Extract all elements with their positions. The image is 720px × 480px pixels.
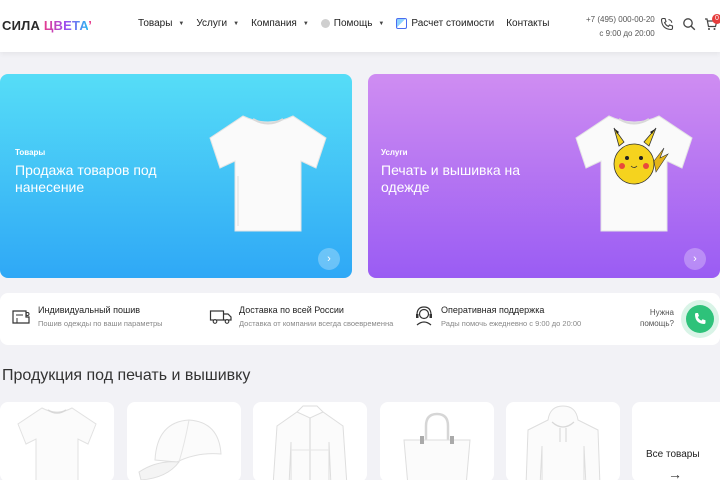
feature-title: Доставка по всей России <box>239 305 344 315</box>
nav-item-price-calc[interactable]: Расчет стоимости <box>396 18 494 29</box>
tshirt-icon <box>17 407 97 480</box>
feature-subtitle: Пошив одежды по ваши параметры <box>38 319 163 328</box>
phone-number: +7 (495) 000-00-20 <box>586 15 655 24</box>
search-icon[interactable] <box>682 17 696 31</box>
chevron-down-icon: ▼ <box>233 20 240 27</box>
nav-item-goods[interactable]: Товары ▼ <box>138 18 184 29</box>
chevron-down-icon: ▼ <box>378 20 385 27</box>
help-prompt-line1: Нужна <box>649 308 674 317</box>
nav-item-label: Услуги <box>196 18 228 29</box>
logo-text-part1: СИЛА <box>2 18 44 33</box>
feature-title: Индивидуальный пошив <box>38 305 140 315</box>
nav-item-company[interactable]: Компания ▼ <box>251 18 309 29</box>
logo-text-part2: ЦВЕТА <box>43 18 89 33</box>
product-card-hoodie[interactable] <box>506 402 620 480</box>
logo-mark: ’ <box>88 18 93 33</box>
phone-icon <box>695 313 706 324</box>
site-header: СИЛА ЦВЕТА’ Товары ▼ Услуги ▼ Компания ▼… <box>0 0 720 52</box>
hero-card-title: Продажа товаров под нанесение <box>15 162 157 195</box>
work-hours: с 9:00 до 20:00 <box>599 29 655 38</box>
product-card-cap[interactable] <box>127 402 241 480</box>
jacket-icon <box>272 405 348 480</box>
arrow-right-icon[interactable]: → <box>668 466 682 480</box>
cart-count-badge: 0 <box>712 14 720 24</box>
feature-subtitle: Доставка от компании всегда своевременна <box>239 319 394 328</box>
logo[interactable]: СИЛА ЦВЕТА’ <box>2 18 92 33</box>
nav-item-label: Расчет стоимости <box>411 18 495 29</box>
hoodie-icon <box>525 405 601 480</box>
hero-card-title: Печать и вышивка на одежде <box>381 162 521 195</box>
chevron-down-icon: ▼ <box>178 20 185 27</box>
feature-custom-tailoring: Индивидуальный пошив Пошив одежды по ваш… <box>10 305 163 328</box>
hero-card-eyebrow: Товары <box>15 148 46 157</box>
chevron-down-icon: ▼ <box>302 20 309 27</box>
sewing-machine-icon <box>12 310 30 324</box>
product-card-bag[interactable] <box>380 402 494 480</box>
hero-card-goods[interactable]: Товары Продажа товаров под нанесение › <box>0 74 352 278</box>
help-prompt: Нужна помощь? <box>640 307 674 329</box>
nav-item-label: Помощь <box>333 18 373 29</box>
features-bar: Индивидуальный пошив Пошив одежды по ваш… <box>0 293 720 345</box>
header-icons <box>660 17 718 31</box>
product-card-jacket[interactable] <box>253 402 367 480</box>
hero-next-button[interactable]: › <box>318 248 340 270</box>
support-headset-icon <box>416 306 432 326</box>
truck-icon <box>209 310 232 324</box>
product-card-tshirt[interactable] <box>0 402 114 480</box>
hero-next-button[interactable]: › <box>684 248 706 270</box>
main-nav: Товары ▼ Услуги ▼ Компания ▼ Помощь ▼ Ра… <box>138 18 561 29</box>
nav-item-label: Компания <box>251 18 297 29</box>
contact-phone-block[interactable]: +7 (495) 000-00-20 с 9:00 до 20:00 <box>586 13 655 41</box>
cap-icon <box>138 419 222 480</box>
feature-delivery: Доставка по всей России Доставка от комп… <box>209 305 393 328</box>
nav-item-help[interactable]: Помощь ▼ <box>320 18 385 29</box>
hero-card-services[interactable]: Услуги Печать и вышивка на одежде › <box>368 74 720 278</box>
bag-icon <box>403 412 471 480</box>
nav-item-label: Товары <box>138 18 173 29</box>
help-prompt-line2: помощь? <box>640 319 674 328</box>
feature-subtitle: Рады помочь ежедневно с 9:00 до 20:00 <box>441 319 582 328</box>
nav-item-services[interactable]: Услуги ▼ <box>196 18 239 29</box>
phone-icon[interactable] <box>660 17 674 31</box>
nav-item-contacts[interactable]: Контакты <box>506 18 549 29</box>
calculator-icon <box>396 18 408 29</box>
tshirt-image <box>209 115 327 232</box>
all-goods-label[interactable]: Все товары <box>646 449 700 460</box>
hero-card-eyebrow: Услуги <box>381 148 408 157</box>
feature-title: Оперативная поддержка <box>441 305 545 315</box>
products-section-title: Продукция под печать и вышивку <box>2 367 251 384</box>
feature-support: Оперативная поддержка Рады помочь ежедне… <box>413 305 581 328</box>
nav-item-label: Контакты <box>506 18 550 29</box>
printed-tshirt-image <box>575 115 693 232</box>
help-icon <box>320 19 330 28</box>
help-call-button[interactable] <box>686 305 714 333</box>
